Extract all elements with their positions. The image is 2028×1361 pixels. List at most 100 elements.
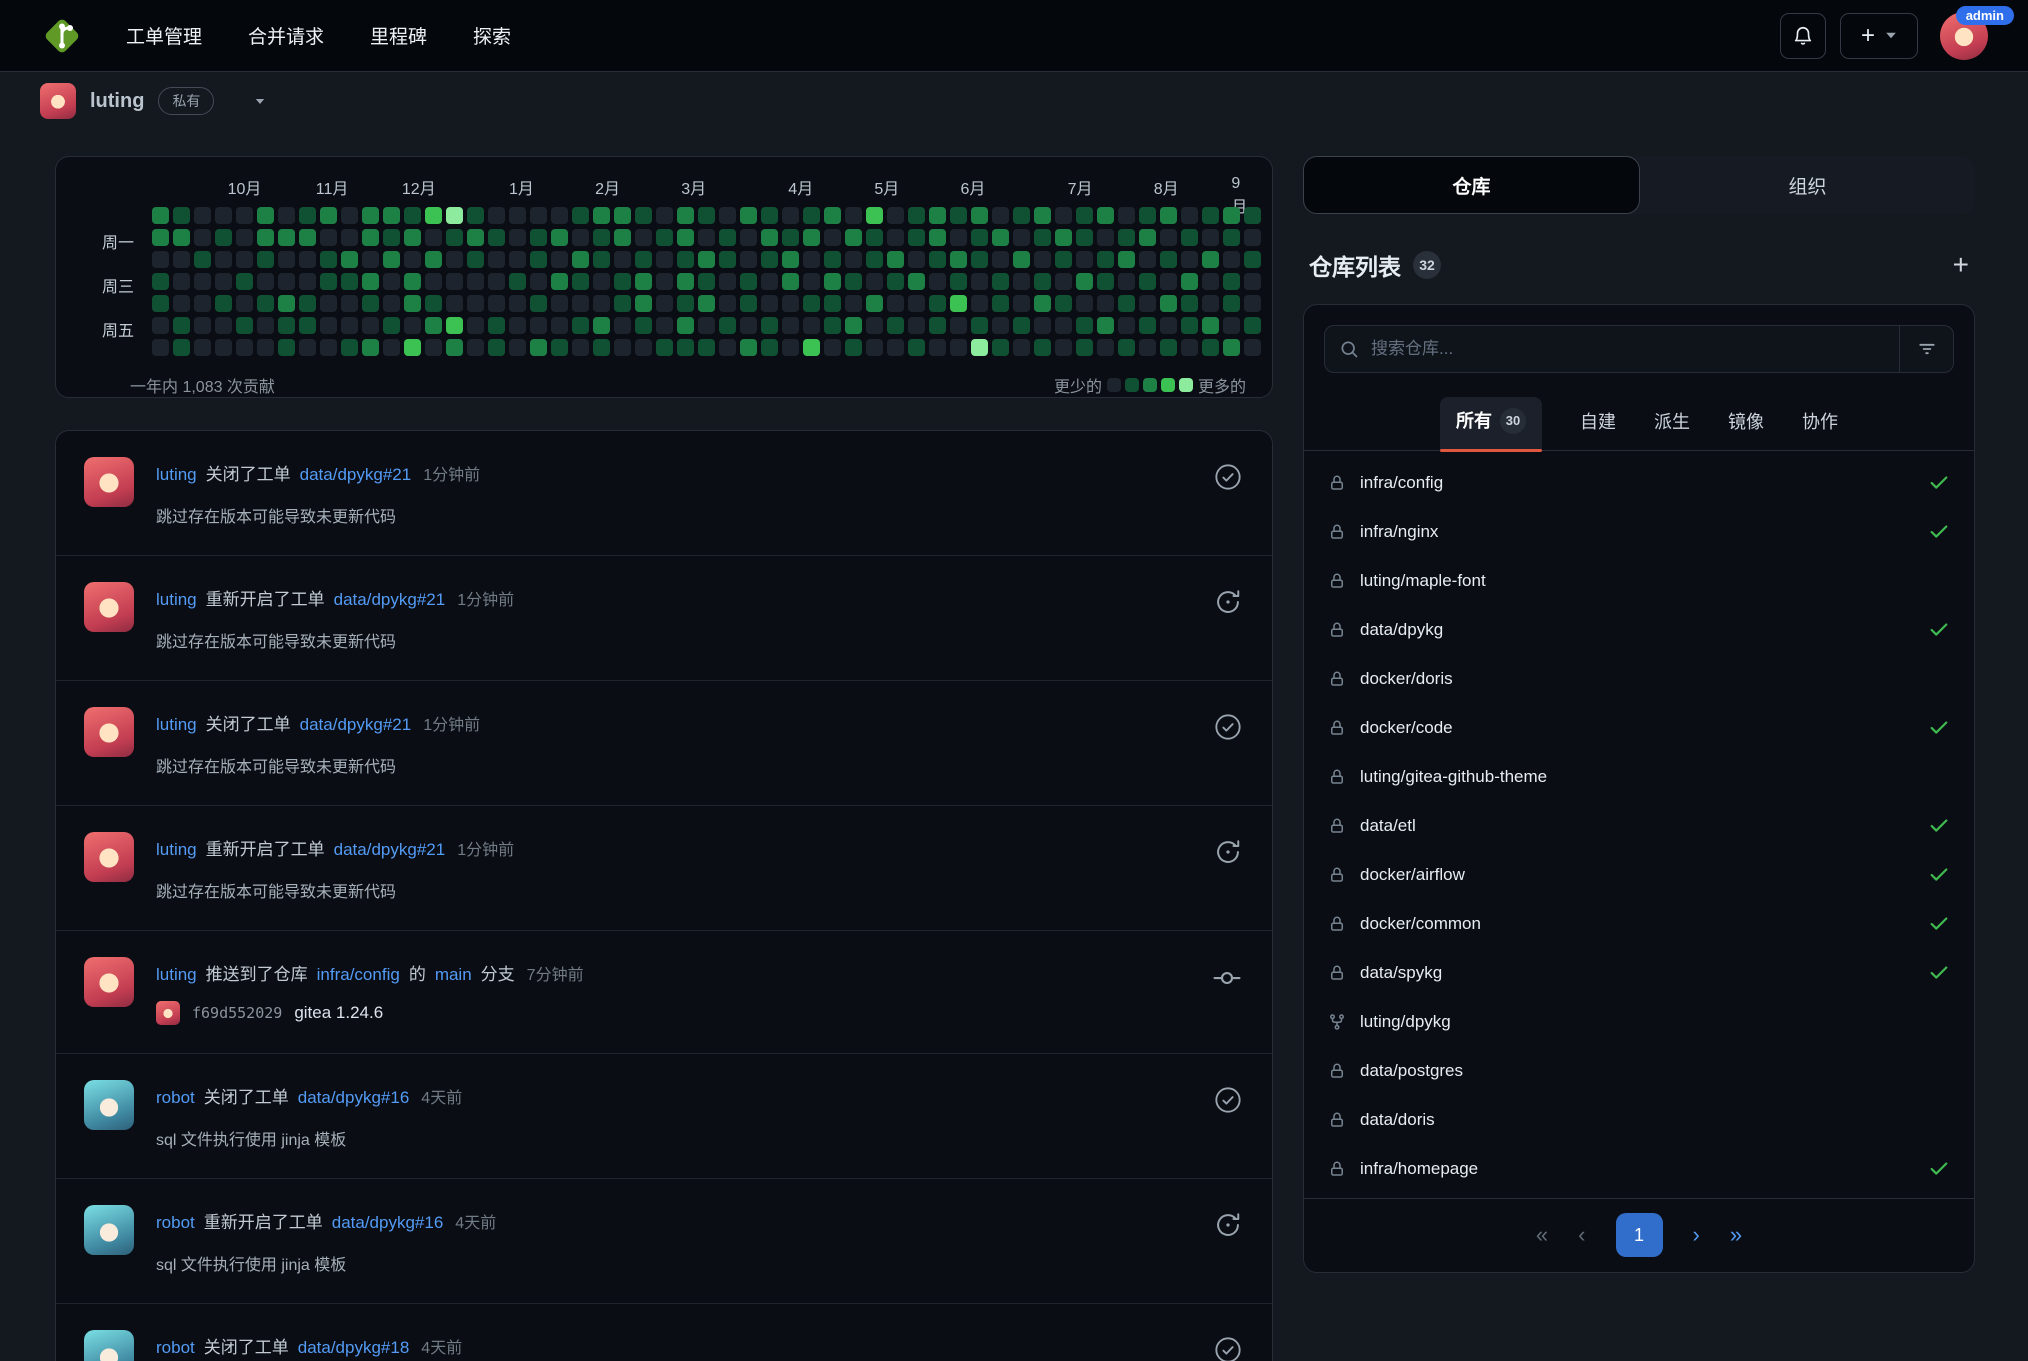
repo-row[interactable]: luting/gitea-github-theme <box>1304 753 1974 802</box>
heatmap-cell <box>1055 317 1072 334</box>
heatmap-cell <box>740 317 757 334</box>
repo-filter-tabs: 所有30 自建 派生 镜像协作 <box>1304 397 1974 451</box>
feed-avatar[interactable] <box>84 1205 134 1255</box>
feed-avatar[interactable] <box>84 957 134 1007</box>
repo-row[interactable]: luting/maple-font <box>1304 557 1974 606</box>
heatmap-cell <box>425 251 442 268</box>
repo-row[interactable]: data/doris <box>1304 1096 1974 1145</box>
context-username[interactable]: luting <box>90 90 144 113</box>
heatmap-cell <box>1139 229 1156 246</box>
nav-item-3[interactable]: 探索 <box>473 22 511 49</box>
repo-row[interactable]: data/etl <box>1304 802 1974 851</box>
repo-row[interactable]: infra/config <box>1304 459 1974 508</box>
repo-row[interactable]: infra/nginx <box>1304 508 1974 557</box>
feed-avatar[interactable] <box>84 832 134 882</box>
repo-row[interactable]: data/spykg <box>1304 949 1974 998</box>
next-page-button[interactable]: › <box>1693 1222 1700 1248</box>
heatmap-cell <box>1181 317 1198 334</box>
feed-link[interactable]: data/dpykg#21 <box>300 465 412 485</box>
repo-row[interactable]: luting/dpykg <box>1304 998 1974 1047</box>
last-page-button[interactable]: » <box>1730 1222 1742 1248</box>
feed-link[interactable]: main <box>435 965 472 985</box>
heatmap-cell <box>950 229 967 246</box>
filter-tab-label: 派生 <box>1654 412 1690 432</box>
repo-row[interactable]: data/dpykg <box>1304 606 1974 655</box>
heatmap-month-label: 2月 <box>595 175 620 199</box>
feed-link[interactable]: robot <box>156 1088 195 1108</box>
prev-page-button: ‹ <box>1578 1222 1585 1248</box>
heatmap-cell <box>1160 339 1177 356</box>
feed-link[interactable]: infra/config <box>317 965 400 985</box>
heatmap-cell <box>1181 251 1198 268</box>
repo-row[interactable]: data/postgres <box>1304 1047 1974 1096</box>
feed-link[interactable]: luting <box>156 840 197 860</box>
repo-row[interactable]: docker/common <box>1304 900 1974 949</box>
feed-avatar[interactable] <box>84 1330 134 1361</box>
commit-hash[interactable]: f69d552029 <box>192 1004 282 1022</box>
panel-tab-1[interactable]: 组织 <box>1640 156 1975 214</box>
legend-cell <box>1107 378 1121 392</box>
heatmap-cell <box>467 251 484 268</box>
feed-link[interactable]: robot <box>156 1213 195 1233</box>
repo-row[interactable]: docker/doris <box>1304 655 1974 704</box>
feed-link[interactable]: data/dpykg#21 <box>334 840 446 860</box>
heatmap-cell <box>1223 207 1240 224</box>
notifications-button[interactable] <box>1780 13 1826 59</box>
feed-avatar[interactable] <box>84 707 134 757</box>
feed-link[interactable]: robot <box>156 1338 195 1358</box>
heatmap-cell <box>1202 251 1219 268</box>
heatmap-cell <box>908 317 925 334</box>
context-chevron-down-icon[interactable] <box>256 99 264 104</box>
heatmap-cell <box>1076 207 1093 224</box>
heatmap-cell <box>698 207 715 224</box>
feed-avatar[interactable] <box>84 457 134 507</box>
panel-tab-0[interactable]: 仓库 <box>1303 156 1640 214</box>
feed-link[interactable]: luting <box>156 965 197 985</box>
repo-filter-tab-0[interactable]: 所有30 <box>1440 397 1542 450</box>
heatmap-cell <box>509 251 526 268</box>
repo-filter-tab-1[interactable]: 自建 <box>1580 408 1616 450</box>
feed-avatar[interactable] <box>84 1080 134 1130</box>
repo-filter-tab-3[interactable]: 镜像 <box>1728 408 1764 450</box>
new-repo-plus-icon[interactable]: + <box>1953 251 1969 279</box>
repo-search-input[interactable] <box>1371 339 1899 359</box>
feed-link[interactable]: data/dpykg#16 <box>332 1213 444 1233</box>
repo-filter-tab-2[interactable]: 派生 <box>1654 408 1690 450</box>
gitea-logo[interactable] <box>40 14 84 58</box>
feed-link[interactable]: data/dpykg#21 <box>334 590 446 610</box>
heatmap-cell <box>299 229 316 246</box>
heatmap-cell <box>1160 317 1177 334</box>
repo-filter-tab-4[interactable]: 协作 <box>1802 408 1838 450</box>
heatmap-month-label: 6月 <box>961 175 986 199</box>
feed-link[interactable]: luting <box>156 715 197 735</box>
heatmap-cell <box>173 339 190 356</box>
context-avatar[interactable] <box>40 83 76 119</box>
heatmap-cell <box>278 295 295 312</box>
page-number-button[interactable]: 1 <box>1616 1213 1663 1257</box>
repo-row[interactable]: docker/airflow <box>1304 851 1974 900</box>
repo-row[interactable]: infra/homepage <box>1304 1145 1974 1194</box>
heatmap-cell <box>509 229 526 246</box>
heatmap-cell <box>215 207 232 224</box>
heatmap-cell <box>740 251 757 268</box>
feed-link[interactable]: data/dpykg#18 <box>298 1338 410 1358</box>
feed-avatar[interactable] <box>84 582 134 632</box>
heatmap-cell <box>362 207 379 224</box>
nav-item-2[interactable]: 里程碑 <box>370 22 427 49</box>
feed-action-text: 重新开启了工单 <box>206 585 325 610</box>
feed-link[interactable]: luting <box>156 465 197 485</box>
feed-link[interactable]: data/dpykg#21 <box>300 715 412 735</box>
heatmap-cell <box>236 207 253 224</box>
feed-link[interactable]: data/dpykg#16 <box>298 1088 410 1108</box>
nav-item-0[interactable]: 工单管理 <box>126 22 202 49</box>
nav-item-1[interactable]: 合并请求 <box>248 22 324 49</box>
heatmap-cell <box>677 317 694 334</box>
heatmap-cell <box>950 339 967 356</box>
repo-name: data/dpykg <box>1360 620 1443 640</box>
feed-link[interactable]: luting <box>156 590 197 610</box>
heatmap-cell <box>299 317 316 334</box>
heatmap-cell <box>719 339 736 356</box>
create-new-button[interactable]: + <box>1840 13 1918 59</box>
repo-row[interactable]: docker/code <box>1304 704 1974 753</box>
repo-filter-button[interactable] <box>1899 326 1953 372</box>
